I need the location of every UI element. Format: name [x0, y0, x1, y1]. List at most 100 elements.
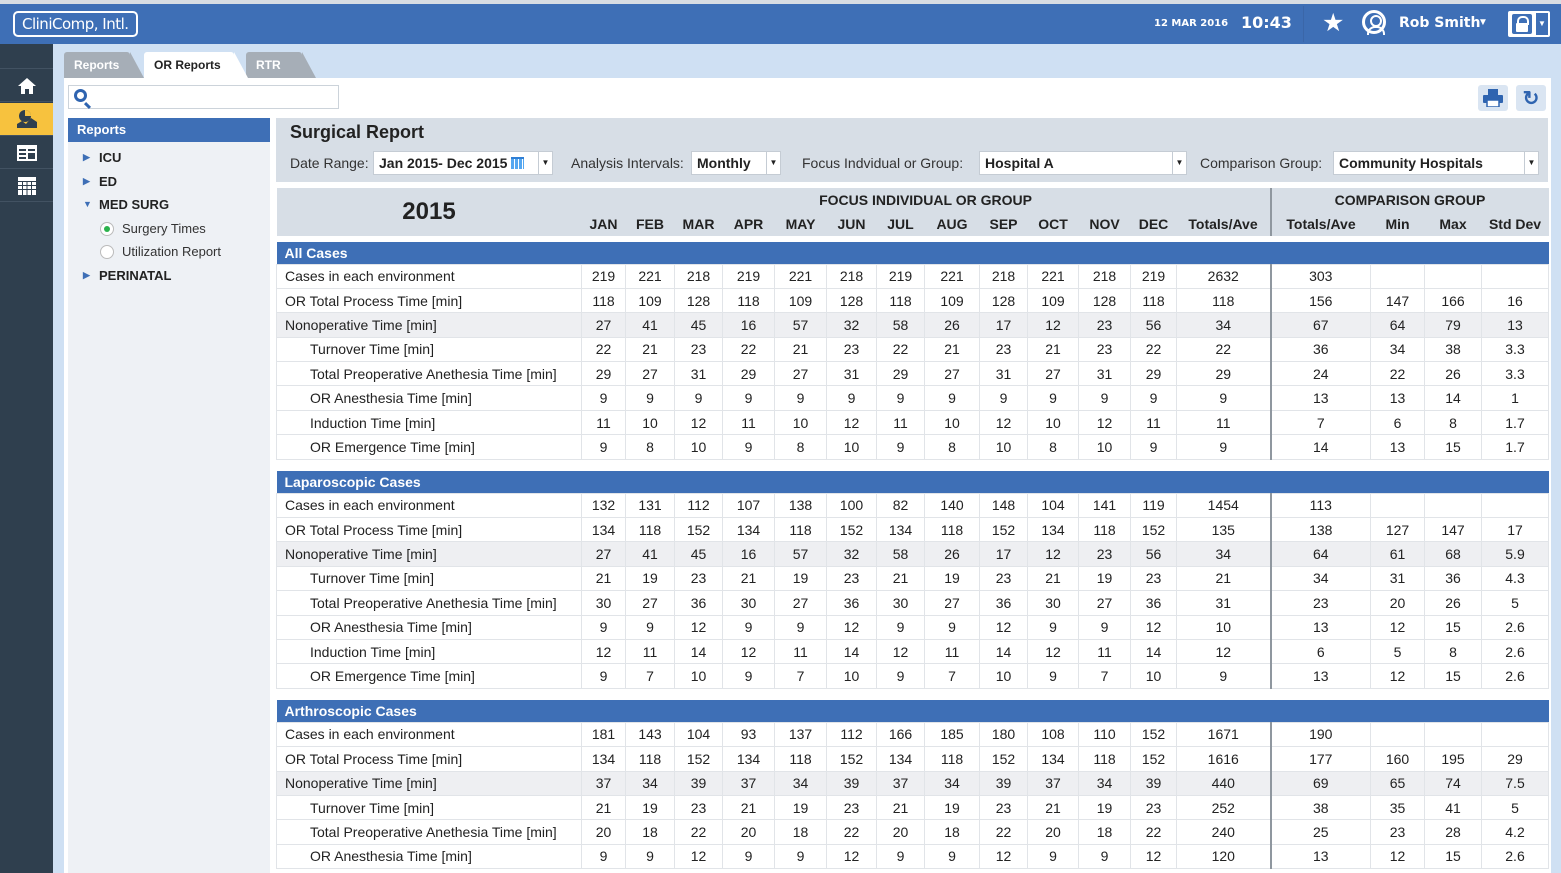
cell-value: 10 [1130, 663, 1177, 689]
cell-value: 21 [1027, 565, 1079, 592]
surgeon-chart-icon [16, 110, 37, 128]
print-button[interactable] [1478, 85, 1508, 111]
cell-value: 118 [924, 517, 980, 543]
nav-calendar[interactable] [0, 170, 53, 202]
comparison-column-header: Std Dev [1481, 212, 1549, 236]
cell-value: 23 [674, 794, 723, 821]
cell-value: 21 [722, 794, 775, 821]
cell-value: 219 [581, 263, 626, 289]
nav-reports[interactable] [0, 103, 53, 136]
nav-spacer [0, 44, 53, 69]
tree-item-utilization-report[interactable]: Utilization Report [68, 240, 270, 264]
cell-value: 9 [1078, 614, 1131, 640]
chevron-right-icon: ▶ [83, 175, 90, 186]
cell-value: 22 [1130, 819, 1177, 845]
cell-value: 118 [1176, 287, 1271, 314]
cell-value: 16 [722, 541, 775, 567]
report-title: Surgical Report [290, 122, 425, 142]
radio-selected[interactable] [100, 221, 114, 236]
cell-value: 20 [1027, 819, 1079, 845]
current-time: 10:43 [1241, 13, 1292, 32]
comparison-cell-value: 17 [1481, 517, 1549, 543]
star-icon[interactable]: ★ [1322, 8, 1344, 38]
table-row: OR Anesthesia Time [min] 9 9 9 9 9 9 9 9 9 9 9 9 9 13 1… [276, 385, 1549, 411]
comparison-cell-value: 3.3 [1481, 336, 1549, 363]
cell-value: 23 [1130, 565, 1177, 592]
chevron-down-icon[interactable]: ▼ [1172, 152, 1186, 174]
date-range-select[interactable]: Jan 2015- Dec 2015 ▼ [373, 151, 553, 175]
cell-value: 23 [979, 794, 1028, 821]
comparison-cell-value: 20 [1370, 590, 1425, 616]
comparison-cell-value [1370, 263, 1425, 289]
chevron-down-icon[interactable]: ▼ [1536, 13, 1548, 35]
cell-value: 221 [924, 263, 980, 289]
cell-value: 152 [979, 746, 1028, 772]
tree-item-icu[interactable]: ▶ ICU [68, 146, 270, 170]
tree-item-surgery-times[interactable]: Surgery Times [68, 217, 270, 241]
cell-value: 36 [674, 590, 723, 616]
comparison-cell-value: 29 [1481, 746, 1549, 772]
comparison-cell-value: 160 [1370, 746, 1425, 772]
cell-value: 9 [581, 614, 626, 640]
cell-value: 218 [979, 263, 1028, 289]
app-logo[interactable]: CliniComp, Intl. [13, 11, 138, 37]
refresh-button[interactable]: ↻ [1516, 85, 1546, 111]
nav-forms[interactable] [0, 137, 53, 169]
cell-value: 18 [924, 819, 980, 845]
tree-item-med-surg[interactable]: ▼ MED SURG [68, 193, 270, 217]
cell-value: 14 [674, 638, 723, 665]
cell-value: 9 [625, 614, 675, 640]
chevron-down-icon[interactable]: ▼ [1478, 17, 1488, 28]
cell-value: 218 [826, 263, 877, 289]
cell-value: 9 [581, 663, 626, 689]
cell-value: 9 [625, 843, 675, 870]
cell-value: 221 [625, 263, 675, 289]
cell-value: 118 [722, 287, 775, 314]
column-header: DEC [1130, 212, 1177, 236]
tree-item-ed[interactable]: ▶ ED [68, 170, 270, 194]
comparison-select[interactable]: Community Hospitals ▼ [1333, 151, 1539, 175]
cell-value: 56 [1130, 541, 1177, 567]
comparison-cell-value: 1.7 [1481, 434, 1549, 460]
comparison-cell-value: 12 [1370, 843, 1425, 870]
tree-item-label: Surgery Times [122, 220, 206, 236]
tree-item-label: MED SURG [99, 197, 170, 212]
interval-select[interactable]: Monthly ▼ [691, 151, 781, 175]
cell-value: 134 [1027, 517, 1079, 543]
cell-value: 134 [722, 746, 775, 772]
tab-rtr[interactable]: RTR [246, 52, 316, 78]
cell-value: 1616 [1176, 746, 1271, 772]
comparison-cell-value: 4.3 [1481, 565, 1549, 592]
chevron-down-icon[interactable]: ▼ [1524, 152, 1538, 174]
focus-select[interactable]: Hospital A ▼ [979, 151, 1187, 175]
cell-value: 9 [826, 385, 877, 411]
cell-value: 12 [979, 409, 1028, 436]
comparison-cell-value: 12 [1370, 663, 1425, 689]
cell-value: 11 [1130, 409, 1177, 436]
row-label: Turnover Time [min] [276, 794, 582, 821]
chevron-down-icon[interactable]: ▼ [766, 152, 780, 174]
user-name[interactable]: Rob Smith [1399, 15, 1480, 31]
chevron-down-icon[interactable]: ▼ [538, 152, 552, 174]
lock-button[interactable]: ▼ [1508, 11, 1550, 37]
search-input[interactable] [68, 85, 339, 109]
tab-reports[interactable]: Reports [64, 52, 144, 78]
cell-value: 120 [1176, 843, 1271, 870]
row-label: Induction Time [min] [276, 638, 582, 665]
tab-or-reports[interactable]: OR Reports [144, 52, 248, 78]
user-avatar-icon[interactable] [1362, 10, 1386, 35]
row-label: Cases in each environment [276, 721, 582, 748]
report-header: Surgical Report Date Range: Jan 2015- De… [276, 118, 1548, 182]
comparison-column-header: Totals/Ave [1269, 212, 1371, 236]
comparison-cell-value [1370, 492, 1425, 519]
interval-value: Monthly [697, 155, 751, 171]
calendar-icon[interactable] [511, 157, 525, 169]
tree-item-perinatal[interactable]: ▶ PERINATAL [68, 264, 270, 288]
radio-unselected[interactable] [100, 245, 114, 259]
nav-home[interactable] [0, 70, 53, 102]
cell-value: 27 [924, 590, 980, 616]
cell-value: 8 [1027, 434, 1079, 460]
cell-value: 219 [1130, 263, 1177, 289]
comparison-cell-value: 15 [1424, 663, 1482, 689]
cell-value: 109 [774, 287, 827, 314]
